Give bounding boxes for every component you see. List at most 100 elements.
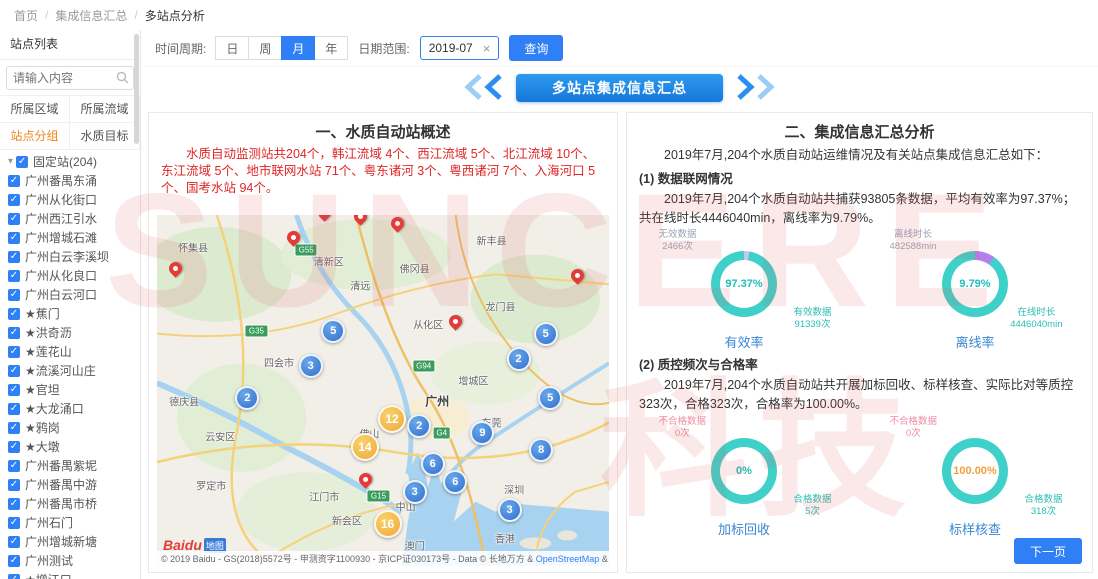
map-cluster-marker[interactable]: 2 <box>407 414 431 438</box>
map-cluster-marker[interactable]: 5 <box>534 322 558 346</box>
station-list-item[interactable]: ✓广州番禺紫坭 <box>0 456 140 475</box>
station-list-item[interactable]: ✓广州白云河口 <box>0 285 140 304</box>
period-option-3[interactable]: 年 <box>314 36 348 60</box>
sidebar-tab-2[interactable]: 站点分组 <box>0 122 70 150</box>
map-place-label: 罗定市 <box>196 478 226 493</box>
station-list-item[interactable]: ✓★洪奇沥 <box>0 323 140 342</box>
checkbox-checked-icon[interactable]: ✓ <box>8 232 20 244</box>
station-list-item[interactable]: ✓★官坦 <box>0 380 140 399</box>
station-list-item[interactable]: ✓★鸦岗 <box>0 418 140 437</box>
map-cluster-marker[interactable]: 12 <box>378 405 406 433</box>
checkbox-checked-icon[interactable]: ✓ <box>8 517 20 529</box>
banner-right-chevrons-icon <box>731 74 777 103</box>
period-option-2[interactable]: 月 <box>281 36 315 60</box>
search-icon[interactable] <box>116 71 129 87</box>
map-cluster-marker[interactable]: 3 <box>403 480 427 504</box>
checkbox-checked-icon[interactable]: ✓ <box>8 251 20 263</box>
station-list-item[interactable]: ✓广州番禺东涌 <box>0 171 140 190</box>
period-option-1[interactable]: 周 <box>248 36 282 60</box>
map-cluster-marker[interactable]: 8 <box>529 438 553 462</box>
checkbox-checked-icon[interactable]: ✓ <box>8 441 20 453</box>
query-button[interactable]: 查询 <box>509 35 563 61</box>
map-pin-icon[interactable] <box>569 266 587 284</box>
donut-chart-standard-check: 不合格数据0次100.00%合格数据318次标样核查 <box>878 416 1073 538</box>
checkbox-checked-icon[interactable]: ✓ <box>8 213 20 225</box>
checkbox-checked-icon[interactable]: ✓ <box>8 460 20 472</box>
map-cluster-marker[interactable]: 9 <box>470 421 494 445</box>
station-list-item[interactable]: ✓★流溪河山庄 <box>0 361 140 380</box>
station-name: 广州增城新塘 <box>25 533 97 550</box>
map[interactable]: 怀集县清新区清远佛冈县新丰县龙门县从化区四会市德庆县云安区罗定市广州增城区佛山东… <box>157 215 609 566</box>
next-page-button[interactable]: 下一页 <box>1014 538 1082 564</box>
checkbox-checked-icon[interactable]: ✓ <box>16 156 28 168</box>
clear-icon[interactable]: × <box>483 41 491 56</box>
map-pin-icon[interactable] <box>356 470 374 488</box>
checkbox-checked-icon[interactable]: ✓ <box>8 289 20 301</box>
map-cluster-marker[interactable]: 14 <box>351 433 379 461</box>
station-list-item[interactable]: ✓★莲花山 <box>0 342 140 361</box>
station-list-item[interactable]: ✓ 广州西江引水 <box>0 209 140 228</box>
station-list-item[interactable]: ✓广州番禺市桥 <box>0 494 140 513</box>
checkbox-checked-icon[interactable]: ✓ <box>8 346 20 358</box>
station-name: ★增江口 <box>25 571 72 579</box>
checkbox-checked-icon[interactable]: ✓ <box>8 327 20 339</box>
sidebar-tab-3[interactable]: 水质目标 <box>69 122 140 150</box>
banner-left-chevrons-icon <box>462 74 508 103</box>
station-list-item[interactable]: ✓ ★增江口 <box>0 570 140 579</box>
map-cluster-marker[interactable]: 6 <box>443 470 467 494</box>
station-group-row[interactable]: ▾ ✓ 固定站(204) <box>0 152 140 171</box>
station-name: 广州西江引水 <box>25 210 97 227</box>
breadcrumb-home[interactable]: 首页 <box>14 7 38 24</box>
search-input[interactable] <box>6 66 134 90</box>
checkbox-checked-icon[interactable]: ✓ <box>8 308 20 320</box>
breadcrumb: 首页 / 集成信息汇总 / 多站点分析 <box>0 0 1098 31</box>
checkbox-checked-icon[interactable]: ✓ <box>8 574 20 579</box>
osm-link[interactable]: OpenStreetMap <box>536 554 600 564</box>
checkbox-checked-icon[interactable]: ✓ <box>8 422 20 434</box>
checkbox-checked-icon[interactable]: ✓ <box>8 479 20 491</box>
sidebar-tab-0[interactable]: 所属区域 <box>0 95 70 123</box>
map-pin-icon[interactable] <box>352 215 370 225</box>
checkbox-checked-icon[interactable]: ✓ <box>8 384 20 396</box>
checkbox-checked-icon[interactable]: ✓ <box>8 403 20 415</box>
checkbox-checked-icon[interactable]: ✓ <box>8 175 20 187</box>
map-pin-icon[interactable] <box>388 215 406 232</box>
map-cluster-marker[interactable]: 16 <box>374 510 402 538</box>
date-range-input[interactable]: 2019-07 × <box>420 36 500 60</box>
station-list-item[interactable]: ✓广州测试 <box>0 551 140 570</box>
map-cluster-marker[interactable]: 2 <box>235 386 259 410</box>
checkbox-checked-icon[interactable]: ✓ <box>8 555 20 567</box>
map-cluster-marker[interactable]: 3 <box>299 354 323 378</box>
map-pin-icon[interactable] <box>316 215 334 222</box>
station-list-item[interactable]: ✓★大龙涌口 <box>0 399 140 418</box>
map-cluster-marker[interactable]: 2 <box>507 347 531 371</box>
breadcrumb-summary[interactable]: 集成信息汇总 <box>55 7 127 24</box>
checkbox-checked-icon[interactable]: ✓ <box>8 536 20 548</box>
caret-down-icon[interactable]: ▾ <box>8 156 13 167</box>
station-list-item[interactable]: ✓广州石门 <box>0 513 140 532</box>
sidebar-scrollbar-thumb[interactable] <box>134 34 139 144</box>
checkbox-checked-icon[interactable]: ✓ <box>8 365 20 377</box>
station-list-item[interactable]: ✓★蕉门 <box>0 304 140 323</box>
map-cluster-marker[interactable]: 3 <box>498 498 522 522</box>
station-list-item[interactable]: ✓广州番禺中游 <box>0 475 140 494</box>
station-list-item[interactable]: ✓广州从化街口 <box>0 190 140 209</box>
sidebar-tab-1[interactable]: 所属流域 <box>69 95 140 123</box>
station-list-item[interactable]: ✓★大墩 <box>0 437 140 456</box>
station-list-item[interactable]: ✓广州增城石滩 <box>0 228 140 247</box>
donut-center-value: 97.37% <box>720 260 768 308</box>
checkbox-checked-icon[interactable]: ✓ <box>8 194 20 206</box>
checkbox-checked-icon[interactable]: ✓ <box>8 498 20 510</box>
map-cluster-marker[interactable]: 5 <box>538 386 562 410</box>
donut-center-value: 9.79% <box>951 260 999 308</box>
checkbox-checked-icon[interactable]: ✓ <box>8 270 20 282</box>
map-pin-icon[interactable] <box>166 259 184 277</box>
map-pin-icon[interactable] <box>447 312 465 330</box>
period-option-0[interactable]: 日 <box>215 36 249 60</box>
map-place-label: 增城区 <box>458 372 488 387</box>
map-cluster-marker[interactable]: 5 <box>321 319 345 343</box>
station-list-item[interactable]: ✓广州从化良口 <box>0 266 140 285</box>
station-list-item[interactable]: ✓ 广州增城新塘 <box>0 532 140 551</box>
station-list-item[interactable]: ✓广州白云李溪坝 <box>0 247 140 266</box>
map-cluster-marker[interactable]: 6 <box>421 452 445 476</box>
